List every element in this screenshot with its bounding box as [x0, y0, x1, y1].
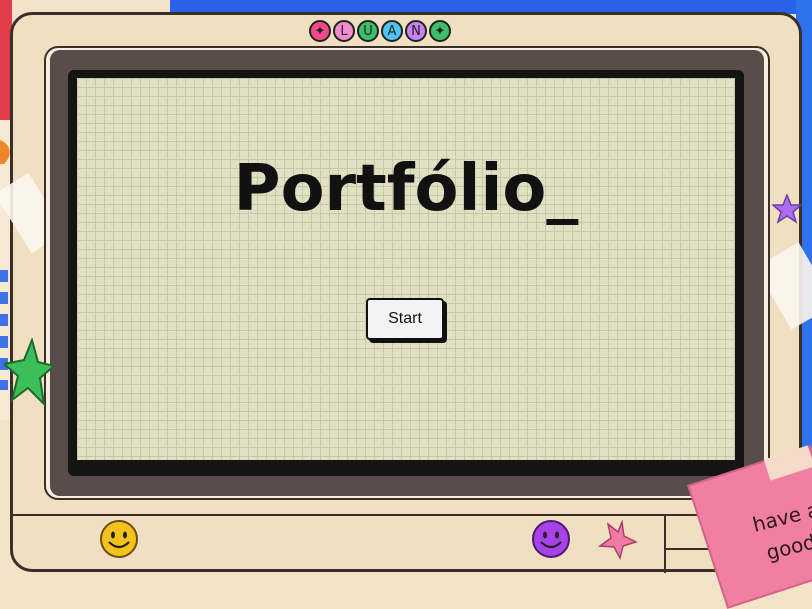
logo-letter: A — [381, 20, 403, 42]
pink-star-icon — [598, 520, 638, 560]
logo-letter: N — [405, 20, 427, 42]
green-star-icon — [4, 338, 54, 407]
orange-leaf-icon — [0, 140, 10, 164]
logo: ✦ L U A N ✦ — [309, 20, 451, 42]
logo-letter: U — [357, 20, 379, 42]
page-title: Portfólio_ — [233, 152, 579, 226]
purple-star-icon — [772, 194, 802, 224]
screen: Portfólio_ Start — [77, 78, 735, 460]
shelf-divider — [664, 516, 666, 573]
start-button[interactable]: Start — [366, 298, 444, 340]
smiley-yellow-icon — [100, 520, 138, 558]
logo-star-icon: ✦ — [429, 20, 451, 42]
logo-letter: L — [333, 20, 355, 42]
smiley-purple-icon — [532, 520, 570, 558]
logo-star-icon: ✦ — [309, 20, 331, 42]
monitor-base-line — [10, 514, 710, 516]
